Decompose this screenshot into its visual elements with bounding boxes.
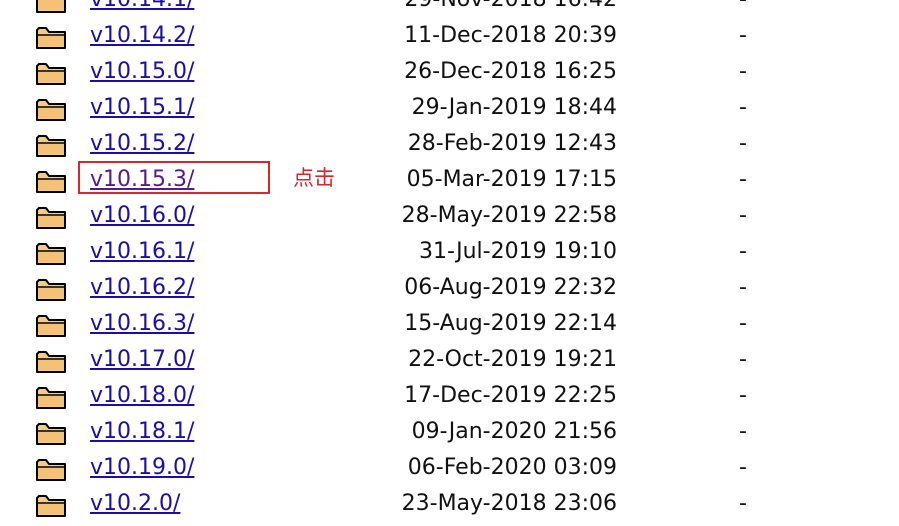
folder-icon [35,420,67,446]
folder-icon [35,168,67,194]
file-size: - [739,455,747,480]
modified-date: 09-Jan-2020 21:56 [411,419,617,444]
directory-link[interactable]: v10.18.0/ [90,382,194,410]
directory-link[interactable]: v10.14.2/ [90,22,194,50]
file-size: - [739,167,747,192]
modified-date: 06-Feb-2020 03:09 [407,455,617,480]
folder-icon [35,96,67,122]
directory-link[interactable]: v10.16.2/ [90,274,194,302]
file-size: - [739,95,747,120]
directory-link[interactable]: v10.16.1/ [90,238,194,266]
directory-link[interactable]: v10.16.0/ [90,202,194,230]
folder-icon [35,204,67,230]
file-size: - [739,23,747,48]
table-row: v10.15.1/29-Jan-2019 18:44 - [0,90,899,126]
table-row: v10.16.0/28-May-2019 22:58 - [0,198,899,234]
modified-date: 28-Feb-2019 12:43 [407,131,617,156]
table-row: v10.19.0/06-Feb-2020 03:09 - [0,450,899,486]
directory-link[interactable]: v10.2.0/ [90,490,180,518]
folder-icon [35,312,67,338]
modified-date: 15-Aug-2019 22:14 [404,311,617,336]
modified-date: 23-May-2018 23:06 [401,491,617,516]
table-row: v10.18.1/09-Jan-2020 21:56 - [0,414,899,450]
table-row: v10.17.0/22-Oct-2019 19:21 - [0,342,899,378]
modified-date: 26-Dec-2018 16:25 [404,59,617,84]
table-row: v10.16.3/15-Aug-2019 22:14 - [0,306,899,342]
file-size: - [739,347,747,372]
folder-icon [35,384,67,410]
table-row: v10.14.2/11-Dec-2018 20:39 - [0,18,899,54]
table-row: v10.18.0/17-Dec-2019 22:25 - [0,378,899,414]
modified-date: 29-Nov-2018 16:42 [404,0,617,14]
directory-link[interactable]: v10.16.3/ [90,310,194,338]
table-row: v10.15.3/05-Mar-2019 17:15 - [0,162,899,198]
modified-date: 17-Dec-2019 22:25 [404,383,617,408]
table-row: v10.16.2/06-Aug-2019 22:32 - [0,270,899,306]
directory-listing: v10.14.1/29-Nov-2018 16:42-v10.14.2/11-D… [0,0,899,526]
folder-icon [35,240,67,266]
file-size: - [739,383,747,408]
modified-date: 31-Jul-2019 19:10 [418,239,617,264]
directory-link[interactable]: v10.15.0/ [90,58,194,86]
modified-date: 28-May-2019 22:58 [401,203,617,228]
directory-link[interactable]: v10.17.0/ [90,346,194,374]
modified-date: 29-Jan-2019 18:44 [411,95,617,120]
directory-link[interactable]: v10.18.1/ [90,418,194,446]
folder-icon [35,0,67,14]
click-annotation: 点击 [293,166,335,190]
file-size: - [739,419,747,444]
file-size: - [739,239,747,264]
folder-icon [35,60,67,86]
file-size: - [739,311,747,336]
folder-icon [35,24,67,50]
modified-date: 06-Aug-2019 22:32 [404,275,617,300]
table-row: v10.2.0/23-May-2018 23:06 - [0,486,899,522]
folder-icon [35,456,67,482]
directory-link[interactable]: v10.14.1/ [90,0,194,14]
file-size: - [739,131,747,156]
file-size: - [739,59,747,84]
folder-icon [35,276,67,302]
modified-date: 22-Oct-2019 19:21 [408,347,617,372]
directory-link[interactable]: v10.19.0/ [90,454,194,482]
file-size: - [739,0,747,14]
directory-link[interactable]: v10.15.2/ [90,130,194,158]
table-row: v10.16.1/31-Jul-2019 19:10 - [0,234,899,270]
table-row: v10.14.1/29-Nov-2018 16:42 - [0,0,899,18]
table-row: v10.15.2/28-Feb-2019 12:43 - [0,126,899,162]
file-size: - [739,203,747,228]
modified-date: 05-Mar-2019 17:15 [406,167,617,192]
modified-date: 11-Dec-2018 20:39 [404,23,617,48]
directory-link[interactable]: v10.15.3/ [90,166,194,194]
folder-icon [35,132,67,158]
file-size: - [739,491,747,516]
table-row: v10.15.0/26-Dec-2018 16:25 - [0,54,899,90]
file-size: - [739,275,747,300]
folder-icon [35,348,67,374]
folder-icon [35,492,67,518]
directory-link[interactable]: v10.15.1/ [90,94,194,122]
